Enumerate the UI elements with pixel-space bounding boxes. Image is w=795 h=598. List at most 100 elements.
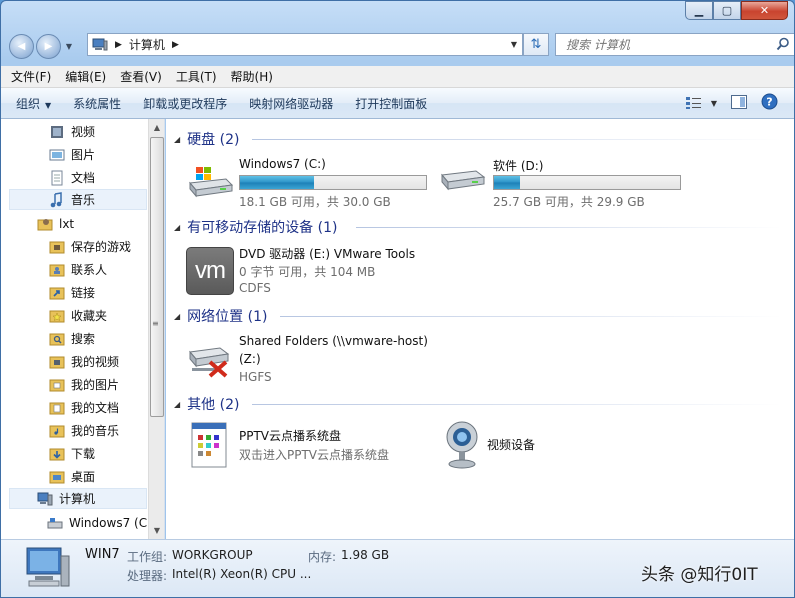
sidebar-item-contacts[interactable]: 联系人	[49, 259, 107, 280]
refresh-icon: ⇅	[530, 37, 542, 52]
video-device-item[interactable]: 视频设备	[436, 419, 596, 471]
searches-folder-icon	[49, 333, 65, 345]
forward-button[interactable]: ▶	[36, 33, 61, 59]
my-music-folder-icon	[49, 425, 65, 437]
collapse-triangle-icon[interactable]: ◢	[174, 223, 180, 232]
sidebar-item-saved-games[interactable]: 保存的游戏	[49, 236, 131, 257]
drive-usage-bar	[493, 175, 681, 190]
sidebar-item-desktop[interactable]: 桌面	[49, 466, 95, 487]
breadcrumb-separator[interactable]: ▶	[172, 40, 179, 50]
file-system-text: HGFS	[239, 370, 272, 384]
sidebar-item-my-pictures[interactable]: 我的图片	[49, 374, 119, 395]
menu-file[interactable]: 文件(F)	[11, 68, 51, 85]
close-button[interactable]: ✕	[741, 1, 788, 20]
group-header-hard-disks[interactable]: ◢ 硬盘 (2)	[174, 129, 239, 149]
drive-c-icon	[47, 517, 63, 528]
sidebar-item-my-videos[interactable]: 我的视频	[49, 351, 119, 372]
collapse-triangle-icon[interactable]: ◢	[174, 312, 180, 321]
system-properties-button[interactable]: 系统属性	[73, 95, 121, 112]
address-dropdown-icon[interactable]: ▼	[511, 40, 517, 49]
sidebar-item-label: 图片	[71, 148, 96, 162]
vmware-disc-icon: vm	[186, 247, 234, 295]
back-button[interactable]: ◀	[9, 33, 34, 59]
uninstall-program-button[interactable]: 卸载或更改程序	[143, 95, 227, 112]
command-bar: 组织 ▼ 系统属性 卸载或更改程序 映射网络驱动器 打开控制面板 ▼ ?	[1, 88, 794, 119]
collapse-triangle-icon[interactable]: ◢	[174, 400, 180, 409]
preview-pane-button[interactable]	[731, 94, 747, 112]
view-options-icon	[685, 97, 701, 109]
drive-c-item[interactable]: Windows7 (C:) 18.1 GB 可用，共 30.0 GB	[182, 155, 432, 211]
help-button[interactable]: ?	[761, 93, 778, 113]
explorer-window: ▁ ▢ ✕ ◀ ▶ ▼ ▶ 计算机 ▶ ▼ ⇅ 文件(F) 编辑(E) 查看(V…	[0, 0, 795, 598]
details-pane: WIN7 工作组: WORKGROUP 内存: 1.98 GB 处理器: Int…	[1, 539, 794, 597]
organize-button[interactable]: 组织 ▼	[16, 95, 51, 112]
change-view-button[interactable]: ▼	[685, 96, 717, 110]
sidebar-item-videos[interactable]: 视频	[49, 121, 95, 142]
processor-label: 处理器:	[127, 569, 168, 583]
drive-usage-fill	[240, 176, 314, 189]
sidebar-item-label: 收藏夹	[71, 309, 108, 323]
favorites-folder-icon	[49, 310, 65, 322]
sidebar-item-user[interactable]: lxt	[37, 213, 74, 234]
chevron-down-icon: ▼	[710, 98, 717, 108]
sidebar-item-drive-c[interactable]: Windows7 (C:	[47, 512, 151, 533]
watermark-text: 头条 @知行0IT	[641, 565, 758, 585]
collapse-triangle-icon[interactable]: ◢	[174, 135, 180, 144]
forward-arrow-icon: ▶	[44, 40, 53, 52]
pictures-library-icon	[49, 149, 65, 160]
memory-label: 内存:	[308, 550, 337, 564]
sidebar-item-downloads[interactable]: 下载	[49, 443, 95, 464]
open-control-panel-button[interactable]: 打开控制面板	[355, 95, 427, 112]
menu-edit[interactable]: 编辑(E)	[65, 68, 106, 85]
group-header-removable[interactable]: ◢ 有可移动存储的设备 (1)	[174, 217, 337, 237]
sidebar-item-pictures[interactable]: 图片	[49, 144, 95, 165]
sidebar-item-music[interactable]: 音乐	[9, 189, 147, 210]
refresh-button[interactable]: ⇅	[523, 33, 549, 56]
search-input[interactable]	[566, 37, 766, 52]
pptv-item[interactable]: PPTV云点播系统盘 双击进入PPTV云点播系统盘	[182, 421, 432, 471]
vmware-logo: vm	[195, 257, 226, 284]
sidebar-item-my-documents[interactable]: 我的文档	[49, 397, 119, 418]
address-bar[interactable]: ▶ 计算机 ▶ ▼	[87, 33, 523, 56]
user-folder-icon	[37, 218, 53, 230]
dvd-drive-item[interactable]: vm DVD 驱动器 (E:) VMware Tools 0 字节 可用，共 1…	[182, 243, 442, 299]
file-system-text: CDFS	[239, 281, 271, 295]
scrollbar-thumb[interactable]	[150, 137, 164, 417]
minimize-button[interactable]: ▁	[685, 1, 713, 20]
menu-help[interactable]: 帮助(H)	[231, 68, 273, 85]
scroll-down-arrow-icon[interactable]: ▼	[149, 523, 164, 539]
pptv-name: PPTV云点播系统盘	[239, 429, 342, 443]
sidebar-item-favorites[interactable]: 收藏夹	[49, 305, 107, 326]
menu-tools[interactable]: 工具(T)	[176, 68, 217, 85]
drive-name: DVD 驱动器 (E:) VMware Tools	[239, 247, 416, 261]
breadcrumb-computer[interactable]: 计算机	[129, 36, 165, 53]
sidebar-item-label: 计算机	[59, 492, 96, 506]
sidebar-item-label: 视频	[71, 125, 96, 139]
group-header-other[interactable]: ◢ 其他 (2)	[174, 394, 239, 414]
sidebar-item-computer[interactable]: 计算机	[9, 488, 147, 509]
maximize-button[interactable]: ▢	[713, 1, 741, 20]
map-network-drive-button[interactable]: 映射网络驱动器	[249, 95, 333, 112]
drive-usage-bar	[239, 175, 427, 190]
sidebar-item-documents[interactable]: 文档	[49, 167, 95, 188]
breadcrumb-separator[interactable]: ▶	[115, 40, 122, 50]
search-box[interactable]	[555, 33, 794, 56]
recent-pages-dropdown[interactable]: ▼	[63, 42, 75, 51]
network-share-item[interactable]: Shared Folders (\\vmware-host) (Z:) HGFS	[182, 332, 442, 388]
menu-bar: 文件(F) 编辑(E) 查看(V) 工具(T) 帮助(H)	[1, 66, 794, 88]
drive-d-item[interactable]: 软件 (D:) 25.7 GB 可用，共 29.9 GB	[436, 155, 686, 211]
group-header-network[interactable]: ◢ 网络位置 (1)	[174, 306, 267, 326]
menu-view[interactable]: 查看(V)	[120, 68, 162, 85]
sidebar-item-searches[interactable]: 搜索	[49, 328, 95, 349]
help-icon: ?	[761, 93, 778, 110]
scroll-up-arrow-icon[interactable]: ▲	[149, 120, 164, 136]
sidebar-item-my-music[interactable]: 我的音乐	[49, 420, 119, 441]
content-pane: ◢ 硬盘 (2) Windows7 (C:) 18.1 GB 可用，共 30.0…	[166, 119, 794, 539]
sidebar-scrollbar[interactable]: ▲ ≡ ▼	[148, 119, 164, 539]
group-title: 有可移动存储的设备 (1)	[187, 220, 338, 236]
processor-value: Intel(R) Xeon(R) CPU ...	[172, 567, 312, 581]
application-window-icon	[191, 422, 227, 468]
webcam-icon	[446, 421, 478, 469]
contacts-folder-icon	[49, 264, 65, 276]
sidebar-item-links[interactable]: 链接	[49, 282, 95, 303]
